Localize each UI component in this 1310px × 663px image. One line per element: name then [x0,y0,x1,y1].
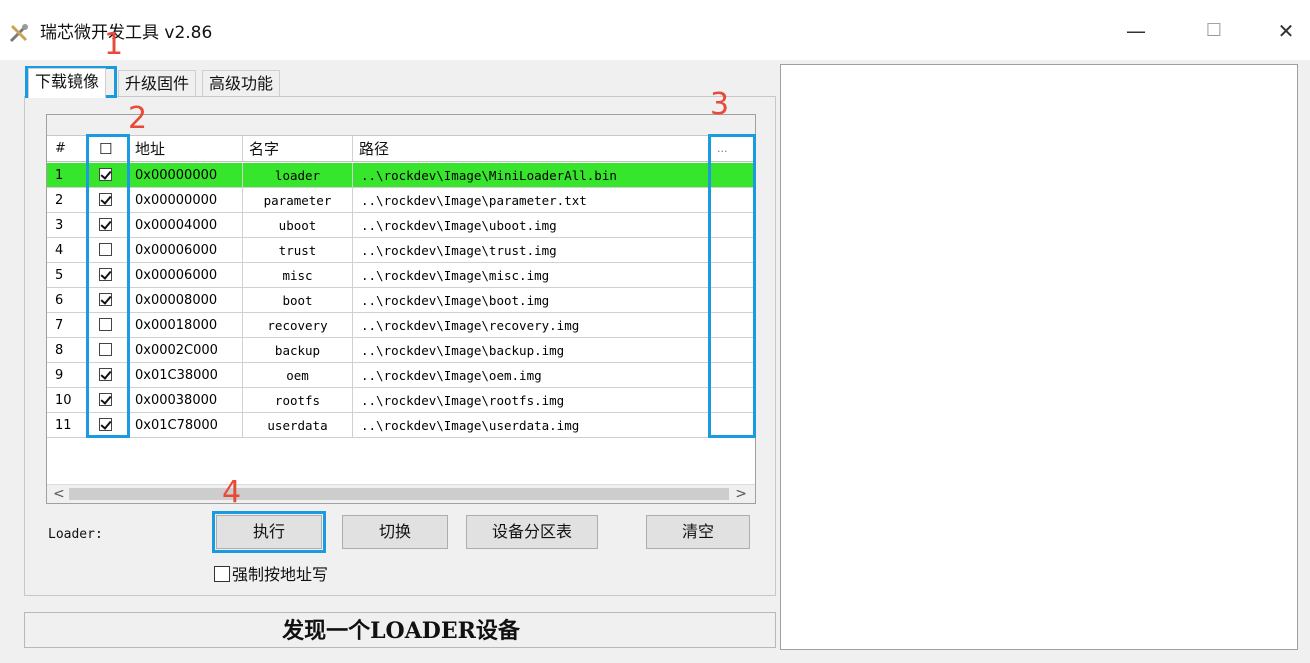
row-path: ..\rockdev\Image\MiniLoaderAll.bin [353,163,711,188]
row-address: 0x00038000 [129,388,243,413]
row-path: ..\rockdev\Image\trust.img [353,238,711,263]
row-path: ..\rockdev\Image\boot.img [353,288,711,313]
table-row[interactable]: 11 0x01C78000 userdata ..\rockdev\Image\use… [47,413,755,438]
horizontal-scrollbar[interactable]: < > [47,484,755,503]
scroll-thumb[interactable] [69,488,729,500]
row-num: 3 [47,213,89,238]
row-address: 0x00018000 [129,313,243,338]
table-row[interactable]: 4 0x00006000 trust ..\rockdev\Image\trust.i… [47,238,755,263]
header-address[interactable]: 地址 [129,136,243,162]
table-row[interactable]: 3 0x00004000 uboot ..\rockdev\Image\uboot.i… [47,213,755,238]
row-path: ..\rockdev\Image\misc.img [353,263,711,288]
clear-button[interactable]: 清空 [646,515,750,549]
annotation-box-3 [708,134,756,438]
table-row[interactable]: 9 0x01C38000 oem ..\rockdev\Image\oem.img [47,363,755,388]
row-name: rootfs [243,388,353,413]
checkbox-icon[interactable] [214,566,230,582]
row-address: 0x00006000 [129,238,243,263]
maximize-button[interactable]: ☐ [1184,14,1244,48]
row-num: 8 [47,338,89,363]
status-text: 发现一个LOADER设备 [282,618,520,644]
partition-table: # ☐ 地址 名字 路径 ... 1 0x00000000 loader ..\roc… [46,114,756,504]
table-row[interactable]: 8 0x0002C000 backup ..\rockdev\Image\backup… [47,338,755,363]
log-panel[interactable] [780,64,1298,650]
row-name: trust [243,238,353,263]
row-name: recovery [243,313,353,338]
grid-top-strip [47,115,755,136]
table-header: # ☐ 地址 名字 路径 ... [47,136,755,162]
table-row[interactable]: 5 0x00006000 misc ..\rockdev\Image\misc.img [47,263,755,288]
row-name: oem [243,363,353,388]
row-address: 0x00004000 [129,213,243,238]
header-num: # [47,136,89,162]
row-address: 0x00008000 [129,288,243,313]
row-num: 5 [47,263,89,288]
loader-label: Loader: [48,527,103,542]
row-path: ..\rockdev\Image\backup.img [353,338,711,363]
row-path: ..\rockdev\Image\uboot.img [353,213,711,238]
tab-advanced[interactable]: 高级功能 [202,70,281,98]
row-path: ..\rockdev\Image\oem.img [353,363,711,388]
scroll-left-icon[interactable]: < [53,485,65,503]
row-name: backup [243,338,353,363]
table-row[interactable]: 1 0x00000000 loader ..\rockdev\Image\MiniLo… [47,163,755,188]
row-address: 0x00000000 [129,163,243,188]
row-num: 9 [47,363,89,388]
row-name: loader [243,163,353,188]
annotation-number-3: 3 [710,87,730,122]
table-row[interactable]: 2 0x00000000 parameter ..\rockdev\Image\par… [47,188,755,213]
row-name: parameter [243,188,353,213]
row-address: 0x00006000 [129,263,243,288]
row-num: 4 [47,238,89,263]
tab-upgrade-firmware[interactable]: 升级固件 [118,70,197,98]
row-address: 0x00000000 [129,188,243,213]
row-num: 11 [47,413,89,438]
row-num: 10 [47,388,89,413]
scroll-right-icon[interactable]: > [735,485,747,503]
annotation-box-2 [86,134,130,438]
table-row[interactable]: 7 0x00018000 recovery ..\rockdev\Image\reco… [47,313,755,338]
row-path: ..\rockdev\Image\parameter.txt [353,188,711,213]
header-name[interactable]: 名字 [243,136,353,162]
tools-icon [9,24,28,43]
row-path: ..\rockdev\Image\recovery.img [353,313,711,338]
close-button[interactable]: ✕ [1256,14,1310,48]
table-row[interactable]: 6 0x00008000 boot ..\rockdev\Image\boot.img [47,288,755,313]
row-num: 7 [47,313,89,338]
tab-download-image[interactable]: 下载镜像 [28,68,107,98]
partition-table-button[interactable]: 设备分区表 [466,515,598,549]
row-name: misc [243,263,353,288]
table-row[interactable]: 10 0x00038000 rootfs ..\rockdev\Image\rootf… [47,388,755,413]
row-num: 1 [47,163,89,188]
row-address: 0x01C78000 [129,413,243,438]
force-address-write-label: 强制按地址写 [232,565,329,584]
force-address-write-checkbox[interactable]: 强制按地址写 [214,561,328,585]
status-bar: 发现一个LOADER设备 [24,612,776,648]
header-path[interactable]: 路径 [353,136,711,162]
switch-button[interactable]: 切换 [342,515,448,549]
row-name: boot [243,288,353,313]
annotation-number-4: 4 [222,475,242,510]
minimize-button[interactable]: — [1106,14,1166,48]
row-name: uboot [243,213,353,238]
annotation-box-4 [212,511,326,553]
window-title: 瑞芯微开发工具 v2.86 [40,23,213,43]
row-name: userdata [243,413,353,438]
annotation-number-2: 2 [128,101,148,136]
title-bar: 瑞芯微开发工具 v2.86 — ☐ ✕ [0,0,1310,60]
row-num: 2 [47,188,89,213]
row-path: ..\rockdev\Image\userdata.img [353,413,711,438]
row-num: 6 [47,288,89,313]
row-address: 0x01C38000 [129,363,243,388]
annotation-number-1: 1 [104,27,124,62]
row-path: ..\rockdev\Image\rootfs.img [353,388,711,413]
row-address: 0x0002C000 [129,338,243,363]
